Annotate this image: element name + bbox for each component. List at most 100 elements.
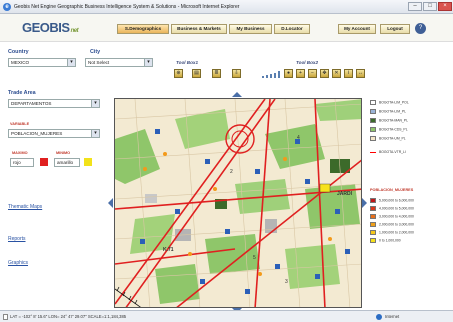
pan-left-icon[interactable] <box>108 198 113 208</box>
legend-layer-name: BOGOTA-LIM_POL <box>379 100 409 105</box>
geobis-logo: GEOBISnet <box>22 20 79 35</box>
pan-tool-icon[interactable]: ✥ <box>320 69 329 78</box>
thematic-maps-link[interactable]: Thematic Maps <box>8 204 42 210</box>
legend-swatch <box>370 127 376 132</box>
ie-logo-icon: e <box>3 3 11 11</box>
info-tool-icon[interactable]: i <box>344 69 353 78</box>
maximo-label: MAXIMO <box>12 151 28 155</box>
legend-swatch <box>370 100 376 105</box>
variable-label: VARIABLE <box>10 122 30 126</box>
legend-swatch <box>370 198 376 203</box>
city-value: Not Select <box>88 60 110 65</box>
legend-range: 5,000,000 to 6,000,000 <box>370 198 414 205</box>
legend-range: 1,000,000 to 2,000,000 <box>370 230 414 237</box>
max-color-swatch <box>40 158 48 166</box>
app-body: GEOBISnet S.Demographics Business & Mark… <box>0 14 453 313</box>
min-color-select[interactable]: amarillo <box>54 158 80 167</box>
help-icon[interactable]: ? <box>415 23 426 34</box>
legend-range: 2,000,000 to 3,000,000 <box>370 222 414 229</box>
country-label: Country <box>8 49 29 55</box>
country-value: MEXICO <box>11 60 30 65</box>
thematic-legend-title: POBLACION_MUJERES <box>370 188 414 192</box>
city-select[interactable]: Not Select ▾ <box>85 58 153 67</box>
nav-sdemographics-button[interactable]: S.Demographics <box>117 24 169 34</box>
my-account-button[interactable]: My Account <box>338 24 376 34</box>
status-bar: LAT = -102° 8' 15.6" LON= 24° 47' 29.07"… <box>0 310 453 322</box>
chevron-down-icon: ▾ <box>67 59 75 66</box>
legend-swatch <box>370 214 376 219</box>
security-zone: Internet <box>385 314 400 319</box>
legend-layer: BOGOTA-LIM_PL <box>370 109 406 116</box>
zoom-tool-icon[interactable]: ⊕ <box>174 69 183 78</box>
map-label-jardin: JARDI <box>337 191 353 197</box>
legend-layer: BOGOTA-VTR_LI <box>370 150 406 157</box>
legend-swatch <box>370 151 376 153</box>
chevron-down-icon: ▾ <box>91 130 99 137</box>
legend-swatch <box>370 206 376 211</box>
legend-layer: BOGOTA-LIM_POL <box>370 100 409 107</box>
zoom-out-tool-icon[interactable]: − <box>308 69 317 78</box>
pan-right-icon[interactable] <box>362 198 367 208</box>
zoom-slider-icon[interactable] <box>262 71 280 78</box>
map-label-k71: K.71 <box>163 247 174 253</box>
nav-dlocator-button[interactable]: D.Locator <box>274 24 310 34</box>
legend-swatch <box>370 222 376 227</box>
legend-range-label: 3,000,000 to 4,000,000 <box>379 214 414 219</box>
select-tool-icon[interactable]: ✕ <box>332 69 341 78</box>
legend-range-label: 4,000,000 to 5,000,000 <box>379 206 414 211</box>
export-tool-icon[interactable]: ⇩ <box>232 69 241 78</box>
print-tool-icon[interactable]: ▤ <box>192 69 201 78</box>
map-svg <box>115 99 361 307</box>
toolbox2-label: Tool Box2 <box>296 60 319 65</box>
minimo-label: MINIMO <box>56 151 71 155</box>
pointer-tool-icon[interactable]: ● <box>284 69 293 78</box>
legend-range-label: 2,000,000 to 3,000,000 <box>379 222 414 227</box>
map-canvas[interactable]: K.71 JARDI 3 4 5 2 <box>114 98 362 308</box>
legend-range-label: 1,000,000 to 2,000,000 <box>379 230 414 235</box>
logout-button[interactable]: Logout <box>380 24 410 34</box>
logo-sub: net <box>70 28 79 34</box>
nav-business-markets-button[interactable]: Business & Markets <box>171 24 227 34</box>
logo-text: GEOBIS <box>22 20 70 35</box>
legend-layer: BOGOTA-MAN_PL <box>370 118 408 125</box>
legend-layer: BOGOTA-UM_PL <box>370 136 406 143</box>
close-window-button[interactable]: × <box>438 2 452 11</box>
nav-my-business-button[interactable]: My Business <box>229 24 272 34</box>
window-titlebar: e Geobis Net Engine Geographic Business … <box>0 0 453 14</box>
max-color-value: rojo <box>13 160 21 165</box>
trade-area-label: Trade Area <box>8 90 36 96</box>
legend-swatch <box>370 238 376 243</box>
map-label-3: 3 <box>285 279 288 285</box>
legend-range-label: 5,000,000 to 6,000,000 <box>379 198 414 203</box>
window-title: Geobis Net Engine Geographic Business In… <box>14 4 240 10</box>
pan-up-icon[interactable] <box>232 92 242 97</box>
minimize-button[interactable]: – <box>408 2 422 11</box>
legend-layer-name: BOGOTA-CDS_PL <box>379 127 408 132</box>
reports-link[interactable]: Reports <box>8 236 26 242</box>
variable-select[interactable]: POBLACION_MUJERES ▾ <box>8 129 100 138</box>
measure-tool-icon[interactable]: ↔ <box>356 69 365 78</box>
legend-range-label: 0 to 1,000,000 <box>379 238 401 243</box>
zoom-in-tool-icon[interactable]: + <box>296 69 305 78</box>
trade-area-select[interactable]: DEPARTAMENTOS ▾ <box>8 99 100 108</box>
legend-range: 3,000,000 to 4,000,000 <box>370 214 414 221</box>
graphics-link[interactable]: Graphics <box>8 260 28 266</box>
city-label: City <box>90 49 101 55</box>
layers-tool-icon[interactable]: ≣ <box>212 69 221 78</box>
legend-swatch <box>370 230 376 235</box>
country-select[interactable]: MEXICO ▾ <box>8 58 76 67</box>
min-color-value: amarillo <box>57 160 74 165</box>
page-icon <box>3 314 8 320</box>
legend-range: 0 to 1,000,000 <box>370 238 401 245</box>
legend-swatch <box>370 109 376 114</box>
map-frame: K.71 JARDI 3 4 5 2 <box>108 92 367 313</box>
max-color-select[interactable]: rojo <box>10 158 34 167</box>
maximize-button[interactable]: □ <box>423 2 437 11</box>
variable-value: POBLACION_MUJERES <box>11 131 63 136</box>
legend-layer-name: BOGOTA-UM_PL <box>379 136 406 141</box>
globe-icon <box>376 314 382 320</box>
chevron-down-icon: ▾ <box>91 100 99 107</box>
legend-range: 4,000,000 to 5,000,000 <box>370 206 414 213</box>
trade-area-value: DEPARTAMENTOS <box>11 101 52 106</box>
legend-layer-name: BOGOTA-LIM_PL <box>379 109 407 114</box>
